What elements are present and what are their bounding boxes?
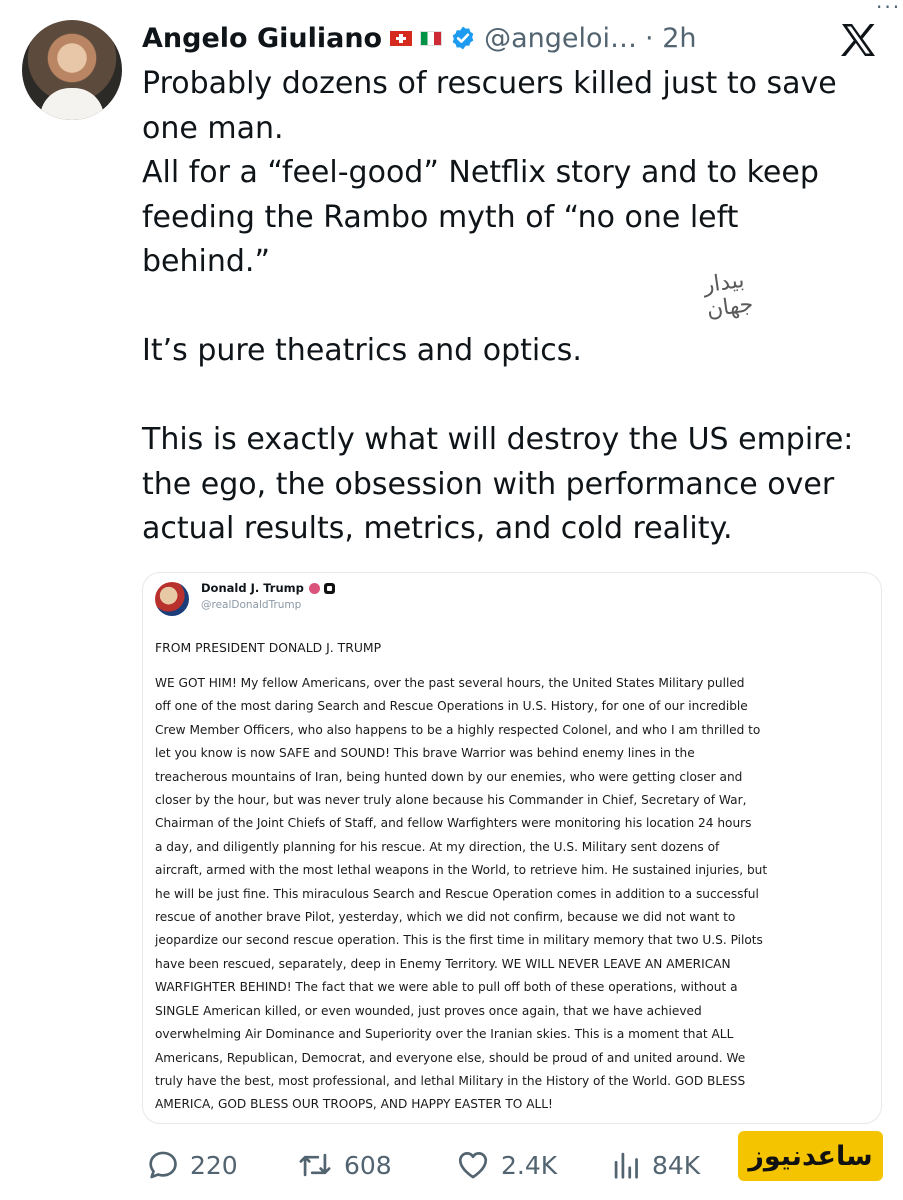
more-icon[interactable]: ···: [876, 0, 901, 17]
views-icon: [614, 1152, 638, 1179]
repost-count: 608: [344, 1150, 392, 1180]
embedded-body-line: aircraft, armed with the most lethal wea…: [155, 863, 768, 878]
tweet-line: behind.”: [142, 244, 270, 279]
embedded-body-line: truly have the best, most professional, …: [155, 1073, 746, 1088]
platform-badge-icon: [323, 582, 335, 594]
post-time[interactable]: · 2h: [645, 23, 696, 54]
embedded-body-line: he will be just fine. This miraculous Se…: [155, 886, 759, 901]
verified-badge-icon: [450, 25, 476, 51]
embedded-heading: FROM PRESIDENT DONALD J. TRUMP: [155, 640, 382, 655]
embedded-body-line: AMERICA, GOD BLESS OUR TROOPS, AND HAPPY…: [155, 1097, 553, 1112]
heart-icon: [458, 1152, 488, 1179]
embedded-body-line: have been rescued, separately, deep in E…: [155, 956, 731, 971]
embedded-body-line: rescue of another brave Pilot, yesterday…: [155, 910, 736, 925]
embedded-body-line: SINGLE American killed, or even wounded,…: [155, 1003, 702, 1018]
tweet-line: feeding the Rambo myth of “no one left: [142, 199, 739, 235]
embedded-body-line: WARFIGHTER BEHIND! The fact that we were…: [155, 980, 738, 995]
tweet-line: It’s pure theatrics and optics.: [142, 333, 582, 368]
swiss-flag-icon: [390, 30, 413, 46]
embedded-body-line: let you know is now SAFE and SOUND! This…: [155, 746, 695, 761]
tweet-line: actual results, metrics, and cold realit…: [142, 511, 733, 546]
tweet-line: the ego, the obsession with performance …: [142, 466, 835, 502]
brand-badge-text: ساعدنیوز: [748, 1140, 873, 1172]
author-name[interactable]: Angelo Giuliano: [142, 23, 382, 54]
embedded-body-line: Americans, Republican, Democrat, and eve…: [155, 1050, 746, 1065]
tweet-header: Angelo Giuliano @angeloi… · 2h: [142, 18, 697, 58]
tweet-line: Probably dozens of rescuers killed just …: [142, 66, 837, 101]
embedded-author-name: Donald J. Trump: [201, 581, 304, 595]
x-logo-icon: [838, 20, 878, 60]
italian-flag-icon: [420, 30, 443, 46]
embedded-author: Donald J. Trump: [201, 581, 335, 595]
embedded-body-line: a day, and diligently planning for his r…: [155, 839, 720, 854]
embedded-avatar: [155, 582, 189, 616]
reply-count: 220: [190, 1150, 238, 1180]
tweet-line: All for a “feel-good” Netflix story and …: [142, 155, 819, 190]
embedded-body-line: off one of the most daring Search and Re…: [155, 699, 748, 714]
like-button[interactable]: 2.4K: [455, 1148, 557, 1182]
tweet-line: one man.: [142, 110, 284, 146]
view-count: 84K: [652, 1150, 701, 1180]
brand-badge: ساعدنیوز: [738, 1131, 883, 1181]
repost-icon: [299, 1153, 331, 1177]
embedded-body-line: overwhelming Air Dominance and Superiori…: [155, 1027, 734, 1042]
embedded-handle: @realDonaldTrump: [201, 599, 302, 611]
views-button[interactable]: 84K: [612, 1148, 700, 1182]
badge-icon: [308, 582, 320, 594]
embedded-body-line: Chairman of the Joint Chiefs of Staff, a…: [155, 816, 752, 831]
embedded-body-line: WE GOT HIM! My fellow Americans, over th…: [155, 676, 745, 690]
tweet-line: This is exactly what will destroy the US…: [142, 422, 854, 457]
embedded-post[interactable]: Donald J. Trump @realDonaldTrump FROM PR…: [142, 572, 882, 1124]
author-handle[interactable]: @angeloi…: [484, 23, 637, 54]
embedded-body-line: jeopardize our second rescue operation. …: [155, 933, 763, 948]
reply-icon: [149, 1151, 177, 1179]
avatar[interactable]: [22, 20, 122, 120]
embedded-body-line: treacherous mountains of Iran, being hun…: [155, 769, 743, 784]
embedded-body: WE GOT HIM! My fellow Americans, over th…: [155, 672, 871, 1117]
embedded-body-line: closer by the hour, but was never truly …: [155, 793, 747, 808]
tweet-text: Probably dozens of rescuers killed just …: [142, 62, 882, 552]
like-count: 2.4K: [501, 1150, 558, 1180]
watermark: بیدار جهان: [702, 267, 755, 323]
reply-button[interactable]: 220: [146, 1148, 238, 1182]
embedded-body-line: Crew Member Officers, who also happens t…: [155, 722, 761, 737]
repost-button[interactable]: 608: [296, 1148, 392, 1182]
